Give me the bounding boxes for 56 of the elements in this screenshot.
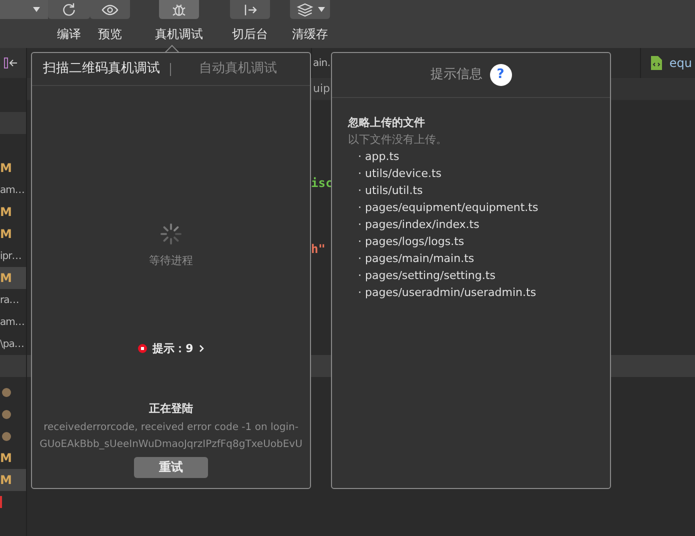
file-path: · pages/index/index.ts xyxy=(357,217,480,233)
toolbar-label: 真机调试 xyxy=(154,26,204,43)
toolbar-label: 切后台 xyxy=(231,26,269,43)
status-text: 等待进程 xyxy=(149,253,193,269)
toolbar-label: 编译 xyxy=(56,26,82,43)
refresh-icon xyxy=(60,0,78,18)
mode-tab[interactable]: 自动真机调试 xyxy=(199,59,277,79)
help-button[interactable]: ? xyxy=(490,64,512,86)
login-status-title: 正在登陆 xyxy=(149,401,193,417)
file-status: ipr… xyxy=(0,250,22,264)
section-title: 忽略上传的文件 xyxy=(348,115,426,131)
file-status: M xyxy=(0,204,12,221)
toolbar-button[interactable] xyxy=(159,0,199,19)
file-path: · app.ts xyxy=(357,149,400,165)
layers-icon xyxy=(296,0,314,18)
file-status: ra… xyxy=(0,294,19,308)
code-text: h" xyxy=(311,241,326,256)
toolbar-button[interactable] xyxy=(230,0,270,19)
file-status: M xyxy=(0,270,12,287)
caret-icon xyxy=(318,7,324,12)
file-path: · pages/equipment/equipment.ts xyxy=(357,200,540,216)
file-status: am… xyxy=(0,316,24,330)
collapse-panel-icon[interactable] xyxy=(4,57,18,69)
error-message: receivederrorcode, received error code -1 on login-GUoEAkBbb_sUeeInWuDmaoJqrzIPzfFq8gTxeUobEvU xyxy=(38,420,304,452)
code-text: isc xyxy=(311,175,333,190)
mode-tab[interactable]: 扫描二维码真机调试 xyxy=(43,59,160,79)
file-path: · pages/main/main.ts xyxy=(357,251,476,267)
popover-title: 提示信息 xyxy=(430,66,482,84)
toolbar-label: 预览 xyxy=(97,26,123,43)
toolbar-button[interactable] xyxy=(90,0,130,19)
section-note: 以下文件没有上传。 xyxy=(348,132,448,148)
caret-icon xyxy=(33,7,40,12)
hint-link[interactable]: 提示：9 xyxy=(138,340,204,357)
file-path: · utils/device.ts xyxy=(357,166,442,182)
file-status: am… xyxy=(0,184,24,198)
sidebar-item[interactable]: M xyxy=(0,469,26,491)
file-status: M xyxy=(0,160,12,177)
sidebar-item[interactable]: M xyxy=(0,267,26,289)
toolbar-button[interactable] xyxy=(290,0,330,19)
file-status: \pa… xyxy=(0,338,24,352)
file-path: · pages/useradmin/useradmin.ts xyxy=(357,285,538,301)
toolbar-label: 清缓存 xyxy=(291,26,329,43)
file-status: M xyxy=(0,226,12,243)
file-status: M xyxy=(0,450,12,467)
toolbar-button[interactable] xyxy=(48,0,90,19)
file-status: M xyxy=(0,472,12,489)
error-icon xyxy=(138,344,147,354)
retry-button[interactable]: 重试 xyxy=(134,456,208,478)
sidebar-header xyxy=(0,112,26,134)
file-path: · pages/logs/logs.ts xyxy=(357,234,466,250)
breadcrumb: uip xyxy=(313,80,330,97)
loading-spinner-icon xyxy=(160,223,182,245)
file-icon xyxy=(651,56,662,70)
chevron-right-icon xyxy=(199,345,204,352)
file-path: · pages/setting/setting.ts xyxy=(357,268,496,284)
file-path: · utils/util.ts xyxy=(357,183,424,199)
